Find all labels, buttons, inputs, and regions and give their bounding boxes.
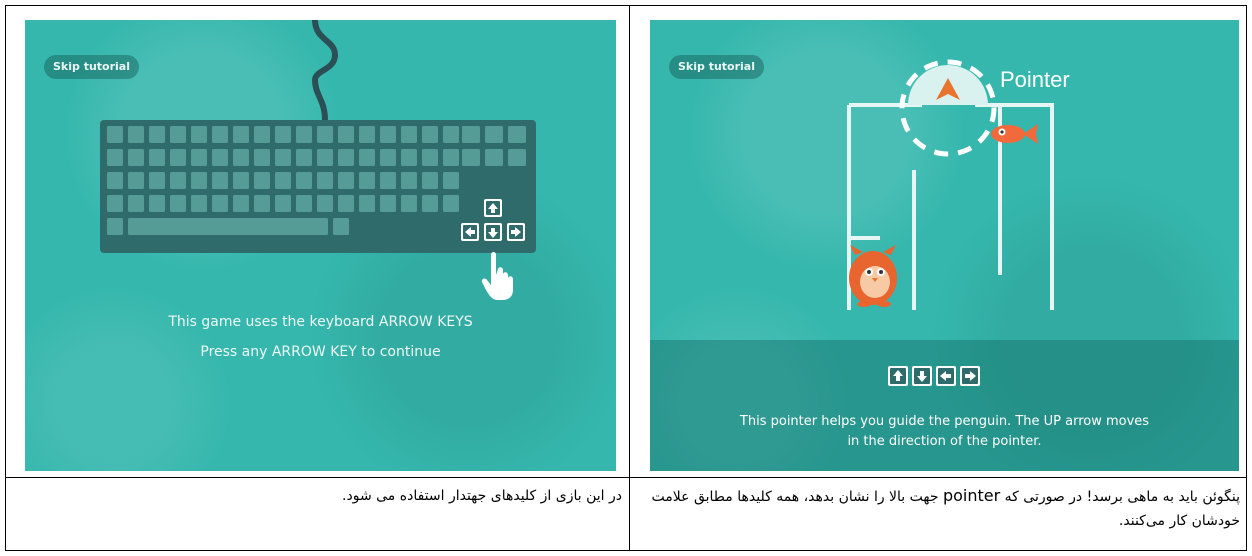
right-description: پنگوئن باید به ماهی برسد! در صورتی که po… [636,484,1240,533]
pointer-caption-line2: in the direction of the pointer. [847,434,1042,449]
fish-icon [991,124,1038,144]
arrow-left-key-icon [936,366,956,386]
keyboard-icon [100,20,536,300]
pointer-caption: This pointer helps you guide the penguin… [650,412,1239,452]
pointer-label: Pointer [1000,67,1070,92]
arrow-down-key-icon [484,223,502,241]
arrow-right-key-icon [507,223,525,241]
pointer-arrow-icon [899,59,997,157]
pointer-keyword: pointer [942,486,1001,505]
arrow-up-key-icon [484,199,502,217]
keyboard-tutorial-screenshot: Skip tutorial This game uses the keyboar… [25,20,616,471]
arrow-right-key-icon [960,366,980,386]
left-description: در این بازی از کلیدهای جهتدار استفاده می… [342,488,622,504]
keyboard-caption-line2: Press any ARROW KEY to continue [200,344,441,360]
pointer-caption-line1: This pointer helps you guide the penguin… [739,414,1150,429]
table-column-divider [629,5,630,551]
hand-pointer-icon [481,252,513,300]
penguin-icon [849,245,897,307]
pointer-tutorial-screenshot: Skip tutorial Pointer This pointer helps… [650,20,1239,471]
keyboard-caption-line1: This game uses the keyboard ARROW KEYS [168,314,473,330]
right-description-part1: پنگوئن باید به ماهی برسد! در صورتی که [1000,489,1240,505]
arrow-keys-row [888,366,980,386]
arrow-down-key-icon [912,366,932,386]
table-row-divider [5,477,1247,478]
maze-illustration [847,59,1054,310]
arrow-left-key-icon [461,223,479,241]
arrow-up-key-icon [888,366,908,386]
